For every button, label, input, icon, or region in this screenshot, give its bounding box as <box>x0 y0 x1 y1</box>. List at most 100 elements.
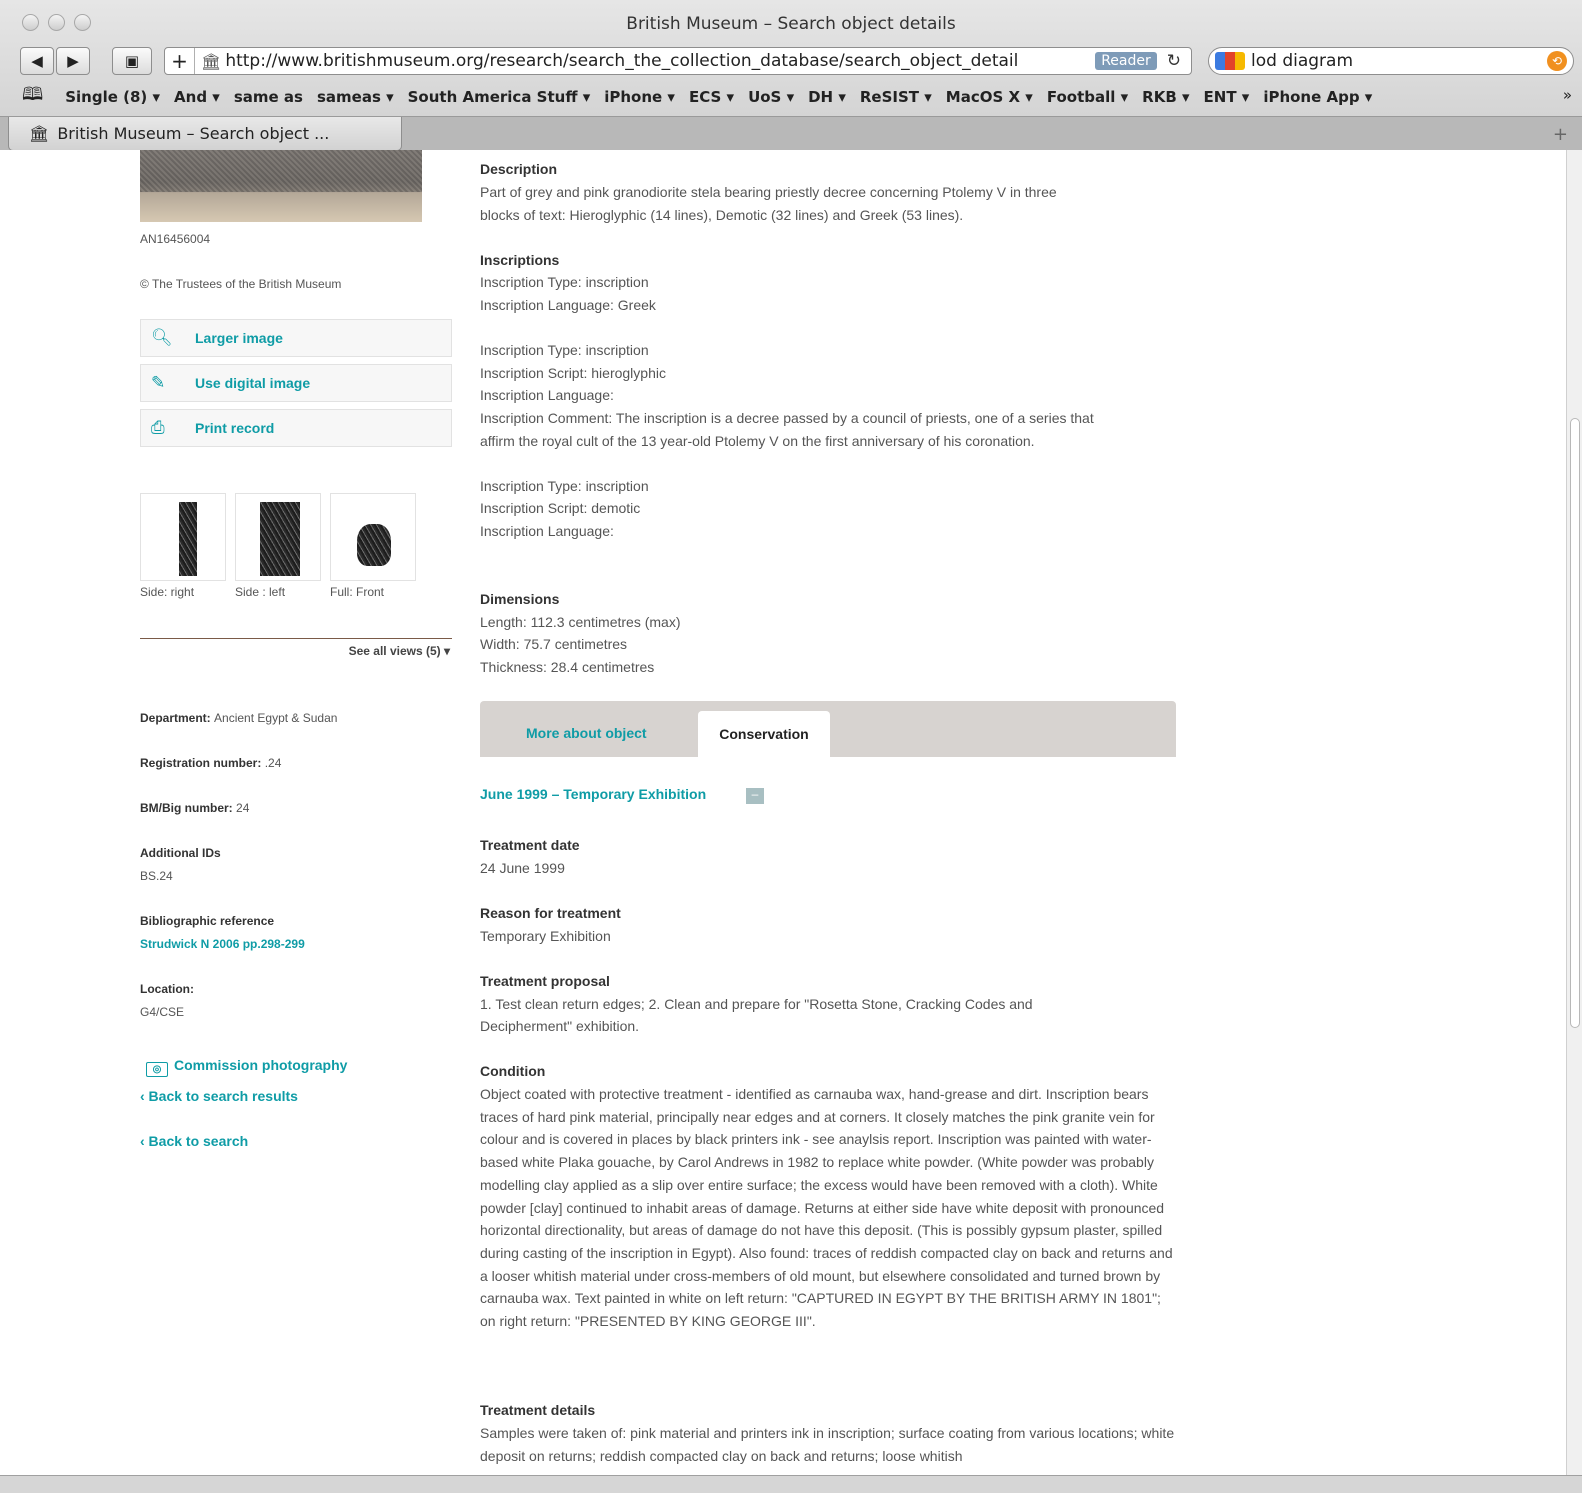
url-field[interactable]: http://www.britishmuseum.org/research/se… <box>221 51 1095 71</box>
location-label: Location: <box>140 982 194 996</box>
thumbnail-image <box>179 502 197 576</box>
collapse-toggle[interactable]: – <box>746 788 764 804</box>
reason-value: Temporary Exhibition <box>480 928 611 944</box>
back-arrow-icon: ◀ <box>31 52 43 70</box>
tab-conservation[interactable]: Conservation <box>698 711 830 757</box>
bookmark-item[interactable]: DH ▾ <box>808 88 846 106</box>
inscription-line: Inscription Type: inscription <box>480 342 649 358</box>
bookmark-item[interactable]: iPhone ▾ <box>604 88 675 106</box>
treatment-date-value: 24 June 1999 <box>480 860 565 876</box>
bookmark-item[interactable]: South America Stuff ▾ <box>408 88 591 106</box>
registration-value: .24 <box>264 756 282 770</box>
condition-text: Object coated with protective treatment … <box>480 1086 1173 1330</box>
thumbnail-side-left[interactable] <box>235 493 321 581</box>
image-id: AN16456004 <box>140 232 211 246</box>
registration-label: Registration number: <box>140 756 262 770</box>
bookmark-item[interactable]: MacOS X ▾ <box>946 88 1033 106</box>
reader-button[interactable]: Reader <box>1095 52 1157 70</box>
add-bookmark-button[interactable]: + <box>165 48 195 74</box>
address-bar[interactable]: + 🏛 http://www.britishmuseum.org/researc… <box>164 47 1192 75</box>
google-search-field[interactable]: lod diagram ⟲ <box>1208 47 1574 75</box>
inscription-line: Inscription Script: hieroglyphic <box>480 365 666 381</box>
bookmark-item[interactable]: Football ▾ <box>1047 88 1128 106</box>
bookmark-item[interactable]: And ▾ <box>174 88 220 106</box>
back-to-search-link[interactable]: ‹ Back to search <box>140 1133 248 1149</box>
tab-more-about-object[interactable]: More about object <box>526 725 647 741</box>
forward-button[interactable]: ▶ <box>56 47 90 75</box>
see-all-views-link[interactable]: See all views (5) ▾ <box>140 644 452 658</box>
proposal-heading: Treatment proposal <box>480 973 610 989</box>
divider <box>140 638 452 639</box>
thumbnail-caption: Side : left <box>235 585 286 599</box>
larger-image-label: Larger image <box>195 330 283 346</box>
print-record-label: Print record <box>195 420 275 436</box>
copyright-notice: © The Trustees of the British Museum <box>140 277 342 291</box>
inscription-line: Inscription Type: inscription <box>480 274 649 290</box>
site-favicon-icon: 🏛 <box>201 51 222 71</box>
bigno-label: BM/Big number: <box>140 801 233 815</box>
inscription-line: Inscription Comment: The inscription is … <box>480 410 1094 426</box>
department-field: Department: Ancient Egypt & Sudan <box>140 711 337 725</box>
inscriptions-heading: Inscriptions <box>480 252 560 268</box>
toolbar: ◀ ▶ ▣ + 🏛 http://www.britishmuseum.org/r… <box>0 44 1582 78</box>
bookmarks-book-icon[interactable]: 🕮 <box>22 82 43 112</box>
additional-ids-label: Additional IDs <box>140 846 221 860</box>
bookmarks-bar: 🕮 Single (8) ▾ And ▾ same as sameas ▾ So… <box>0 82 1582 112</box>
bookmark-item[interactable]: same as <box>234 88 303 106</box>
bookmark-item[interactable]: ENT ▾ <box>1204 88 1250 106</box>
bookmark-item[interactable]: sameas ▾ <box>317 88 394 106</box>
bookmark-item[interactable]: UoS ▾ <box>748 88 794 106</box>
camera-icon: ◎ <box>146 1062 168 1077</box>
larger-image-button[interactable]: 🔍︎ Larger image <box>140 319 452 357</box>
box-icon: ▣ <box>124 52 140 70</box>
dimension-line: Thickness: 28.4 centimetres <box>480 659 655 675</box>
back-to-search-results-link[interactable]: ‹ Back to search results <box>140 1088 298 1104</box>
page-content: AN16456004 © The Trustees of the British… <box>0 150 1566 1475</box>
dimensions-heading: Dimensions <box>480 591 560 607</box>
clear-search-icon[interactable]: ⟲ <box>1547 51 1567 71</box>
inscription-line: Inscription Type: inscription <box>480 478 649 494</box>
dimension-line: Length: 112.3 centimetres (max) <box>480 614 681 630</box>
site-favicon-icon: 🏛 <box>29 124 50 143</box>
proposal-line: Decipherment" exhibition. <box>480 1018 640 1034</box>
scrollbar-thumb[interactable] <box>1570 418 1580 1028</box>
exhibition-title[interactable]: June 1999 – Temporary Exhibition <box>480 786 706 802</box>
bibliographic-reference-link[interactable]: Strudwick N 2006 pp.298-299 <box>140 937 305 951</box>
extensions-button[interactable]: ▣ <box>112 47 152 75</box>
browser-chrome: British Museum – Search object details ◀… <box>0 0 1582 151</box>
stone-texture <box>140 150 422 192</box>
window-title: British Museum – Search object details <box>626 14 956 34</box>
vertical-scrollbar[interactable] <box>1566 150 1582 1475</box>
use-digital-image-button[interactable]: ✎ Use digital image <box>140 364 452 402</box>
commission-photography-link[interactable]: ◎ Commission photography <box>146 1057 347 1077</box>
description-heading: Description <box>480 161 558 177</box>
bookmark-item[interactable]: ReSIST ▾ <box>860 88 932 106</box>
treatment-details-text: Samples were taken of: pink material and… <box>480 1425 1175 1464</box>
thumbnail-image <box>357 524 391 566</box>
more-bookmarks-icon[interactable]: » <box>1563 86 1572 104</box>
back-button[interactable]: ◀ <box>20 47 54 75</box>
thumbnail-side-right[interactable] <box>140 493 226 581</box>
inscription-line: affirm the royal cult of the 13 year-old… <box>480 433 1035 449</box>
book-icon: ✎ <box>151 373 166 393</box>
status-bar <box>0 1475 1582 1493</box>
tab-british-museum[interactable]: 🏛 British Museum – Search object ... <box>8 117 402 151</box>
search-input[interactable]: lod diagram <box>1251 51 1547 71</box>
bookmark-item[interactable]: RKB ▾ <box>1142 88 1189 106</box>
bookmark-item[interactable]: Single (8) ▾ <box>65 88 160 106</box>
new-tab-icon[interactable]: + <box>1553 124 1568 145</box>
location-value: G4/CSE <box>140 1005 185 1019</box>
inscription-line: Inscription Language: Greek <box>480 297 656 313</box>
reload-icon[interactable]: ↻ <box>1167 51 1181 71</box>
object-image[interactable] <box>140 150 422 222</box>
print-record-button[interactable]: ⎙ Print record <box>140 409 452 447</box>
forward-arrow-icon: ▶ <box>67 52 79 70</box>
object-tabs: More about object Conservation <box>480 701 1176 757</box>
thumbnail-full-front[interactable] <box>330 493 416 581</box>
bigno-field: BM/Big number: 24 <box>140 801 249 815</box>
bookmark-item[interactable]: iPhone App ▾ <box>1263 88 1372 106</box>
google-icon[interactable] <box>1215 52 1245 70</box>
title-bar: British Museum – Search object details <box>0 0 1582 44</box>
inscription-line: Inscription Language: <box>480 523 614 539</box>
bookmark-item[interactable]: ECS ▾ <box>689 88 734 106</box>
